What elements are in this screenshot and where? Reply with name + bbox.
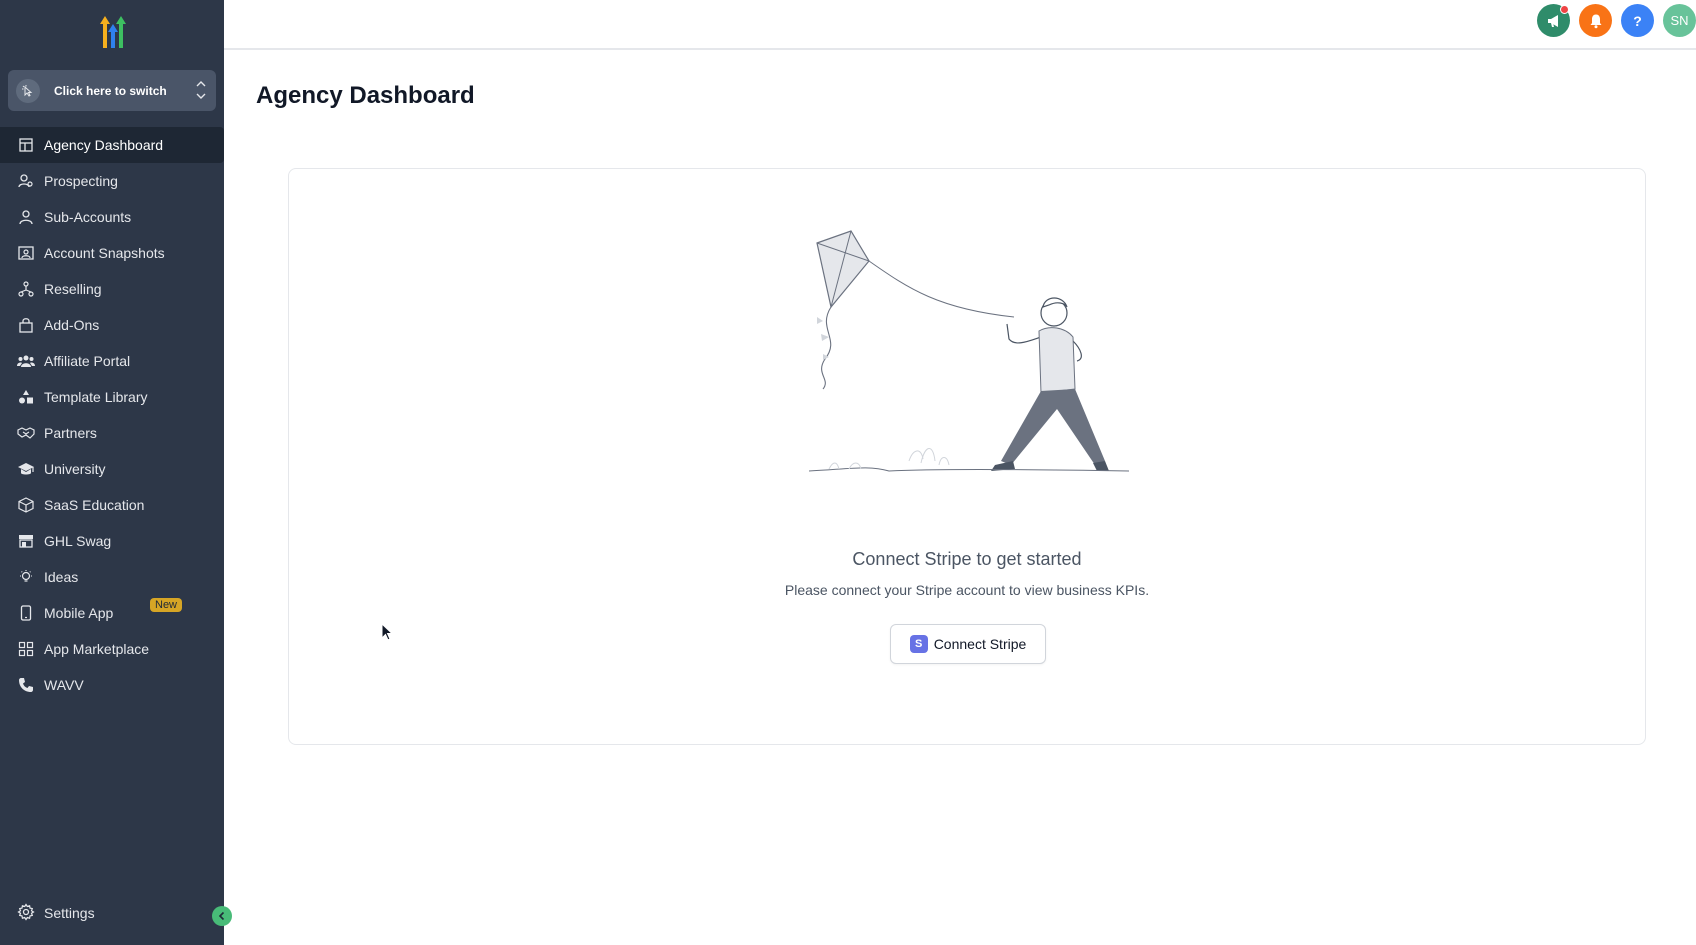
announcements-button[interactable]: [1537, 4, 1570, 37]
grid-icon: [17, 640, 35, 658]
prospecting-icon: [17, 172, 35, 190]
sidebar-item-reselling[interactable]: Reselling: [0, 271, 224, 307]
connect-stripe-button[interactable]: S Connect Stripe: [890, 624, 1046, 664]
bag-icon: [17, 316, 35, 334]
sidebar-item-agency-dashboard[interactable]: Agency Dashboard: [0, 127, 224, 163]
sidebar-item-settings[interactable]: Settings: [0, 895, 224, 931]
sidebar-item-label: Mobile App: [44, 605, 114, 621]
gear-icon: [17, 902, 35, 924]
sidebar-item-label: University: [44, 461, 106, 477]
sidebar-item-label: Add-Ons: [44, 317, 100, 333]
help-icon: ?: [1633, 12, 1642, 29]
sidebar-item-account-snapshots[interactable]: Account Snapshots: [0, 235, 224, 271]
sidebar-item-label: GHL Swag: [44, 533, 112, 549]
mouse-cursor-icon: [381, 623, 393, 641]
bell-icon: [1590, 14, 1601, 28]
sidebar-item-ideas[interactable]: Ideas: [0, 559, 224, 595]
app-logo[interactable]: [92, 14, 132, 54]
phone-icon: [17, 676, 35, 694]
collapse-sidebar-button[interactable]: [212, 906, 232, 926]
avatar-initials: SN: [1670, 13, 1689, 28]
lightbulb-icon: [17, 568, 35, 586]
empty-state-subtitle: Please connect your Stripe account to vi…: [784, 582, 1150, 598]
chevron-left-icon: [218, 911, 225, 921]
stripe-empty-state-card: Connect Stripe to get started Please con…: [288, 168, 1646, 745]
page-title: Agency Dashboard: [256, 82, 475, 109]
cube-icon: [17, 496, 35, 514]
graduation-cap-icon: [17, 460, 35, 478]
chevron-up-down-icon: [195, 78, 207, 102]
pointer-click-icon: [16, 78, 40, 103]
sidebar-item-label: Sub-Accounts: [44, 209, 132, 225]
settings-label: Settings: [44, 905, 95, 921]
connect-stripe-label: Connect Stripe: [933, 636, 1027, 652]
sidebar-item-saas-education[interactable]: SaaS Education: [0, 487, 224, 523]
notifications-button[interactable]: [1579, 4, 1612, 37]
sidebar-item-wavv[interactable]: WAVV: [0, 667, 224, 703]
help-button[interactable]: ?: [1621, 4, 1654, 37]
sidebar-item-affiliate-portal[interactable]: Affiliate Portal: [0, 343, 224, 379]
user-icon: [17, 208, 35, 226]
sidebar-item-label: WAVV: [44, 677, 84, 693]
sidebar-item-partners[interactable]: Partners: [0, 415, 224, 451]
shapes-icon: [17, 388, 35, 406]
sidebar-item-template-library[interactable]: Template Library: [0, 379, 224, 415]
sidebar-item-sub-accounts[interactable]: Sub-Accounts: [0, 199, 224, 235]
sidebar-item-label: Reselling: [44, 281, 102, 297]
sidebar-item-university[interactable]: University: [0, 451, 224, 487]
dashboard-icon: [17, 136, 35, 154]
sidebar-nav: Agency Dashboard Prospecting Sub-Account…: [0, 127, 224, 703]
sidebar-item-prospecting[interactable]: Prospecting: [0, 163, 224, 199]
empty-state-title: Connect Stripe to get started: [852, 549, 1082, 569]
sidebar-item-label: Prospecting: [44, 173, 118, 189]
reselling-icon: [17, 280, 35, 298]
sidebar-item-label: Ideas: [44, 569, 79, 585]
top-bar: ? SN: [224, 0, 1696, 50]
sidebar-item-label: Affiliate Portal: [44, 353, 131, 369]
sidebar-item-label: Agency Dashboard: [44, 137, 164, 153]
sidebar-item-label: SaaS Education: [44, 497, 145, 513]
users-icon: [17, 352, 35, 370]
sidebar-item-label: Account Snapshots: [44, 245, 165, 261]
megaphone-icon: [1547, 14, 1558, 27]
store-icon: [17, 532, 35, 550]
switcher-label: Click here to switch: [54, 83, 167, 98]
sidebar: Click here to switch Agency Dashboard Pr…: [0, 0, 224, 945]
new-badge: New: [150, 598, 183, 612]
handshake-icon: [17, 424, 35, 442]
sidebar-item-label: Partners: [44, 425, 97, 441]
sidebar-item-add-ons[interactable]: Add-Ons: [0, 307, 224, 343]
mobile-icon: [17, 604, 35, 622]
kite-illustration: [809, 230, 1130, 472]
notification-dot: [1560, 5, 1569, 14]
sidebar-item-app-marketplace[interactable]: App Marketplace: [0, 631, 224, 667]
sidebar-item-label: Template Library: [44, 389, 148, 405]
sidebar-item-ghl-swag[interactable]: GHL Swag: [0, 523, 224, 559]
avatar[interactable]: SN: [1663, 4, 1696, 37]
sidebar-item-mobile-app[interactable]: Mobile App New: [0, 595, 224, 631]
location-switcher[interactable]: Click here to switch: [8, 70, 216, 111]
snapshot-icon: [17, 244, 35, 262]
stripe-icon: S: [909, 635, 928, 653]
sidebar-item-label: App Marketplace: [44, 641, 150, 657]
